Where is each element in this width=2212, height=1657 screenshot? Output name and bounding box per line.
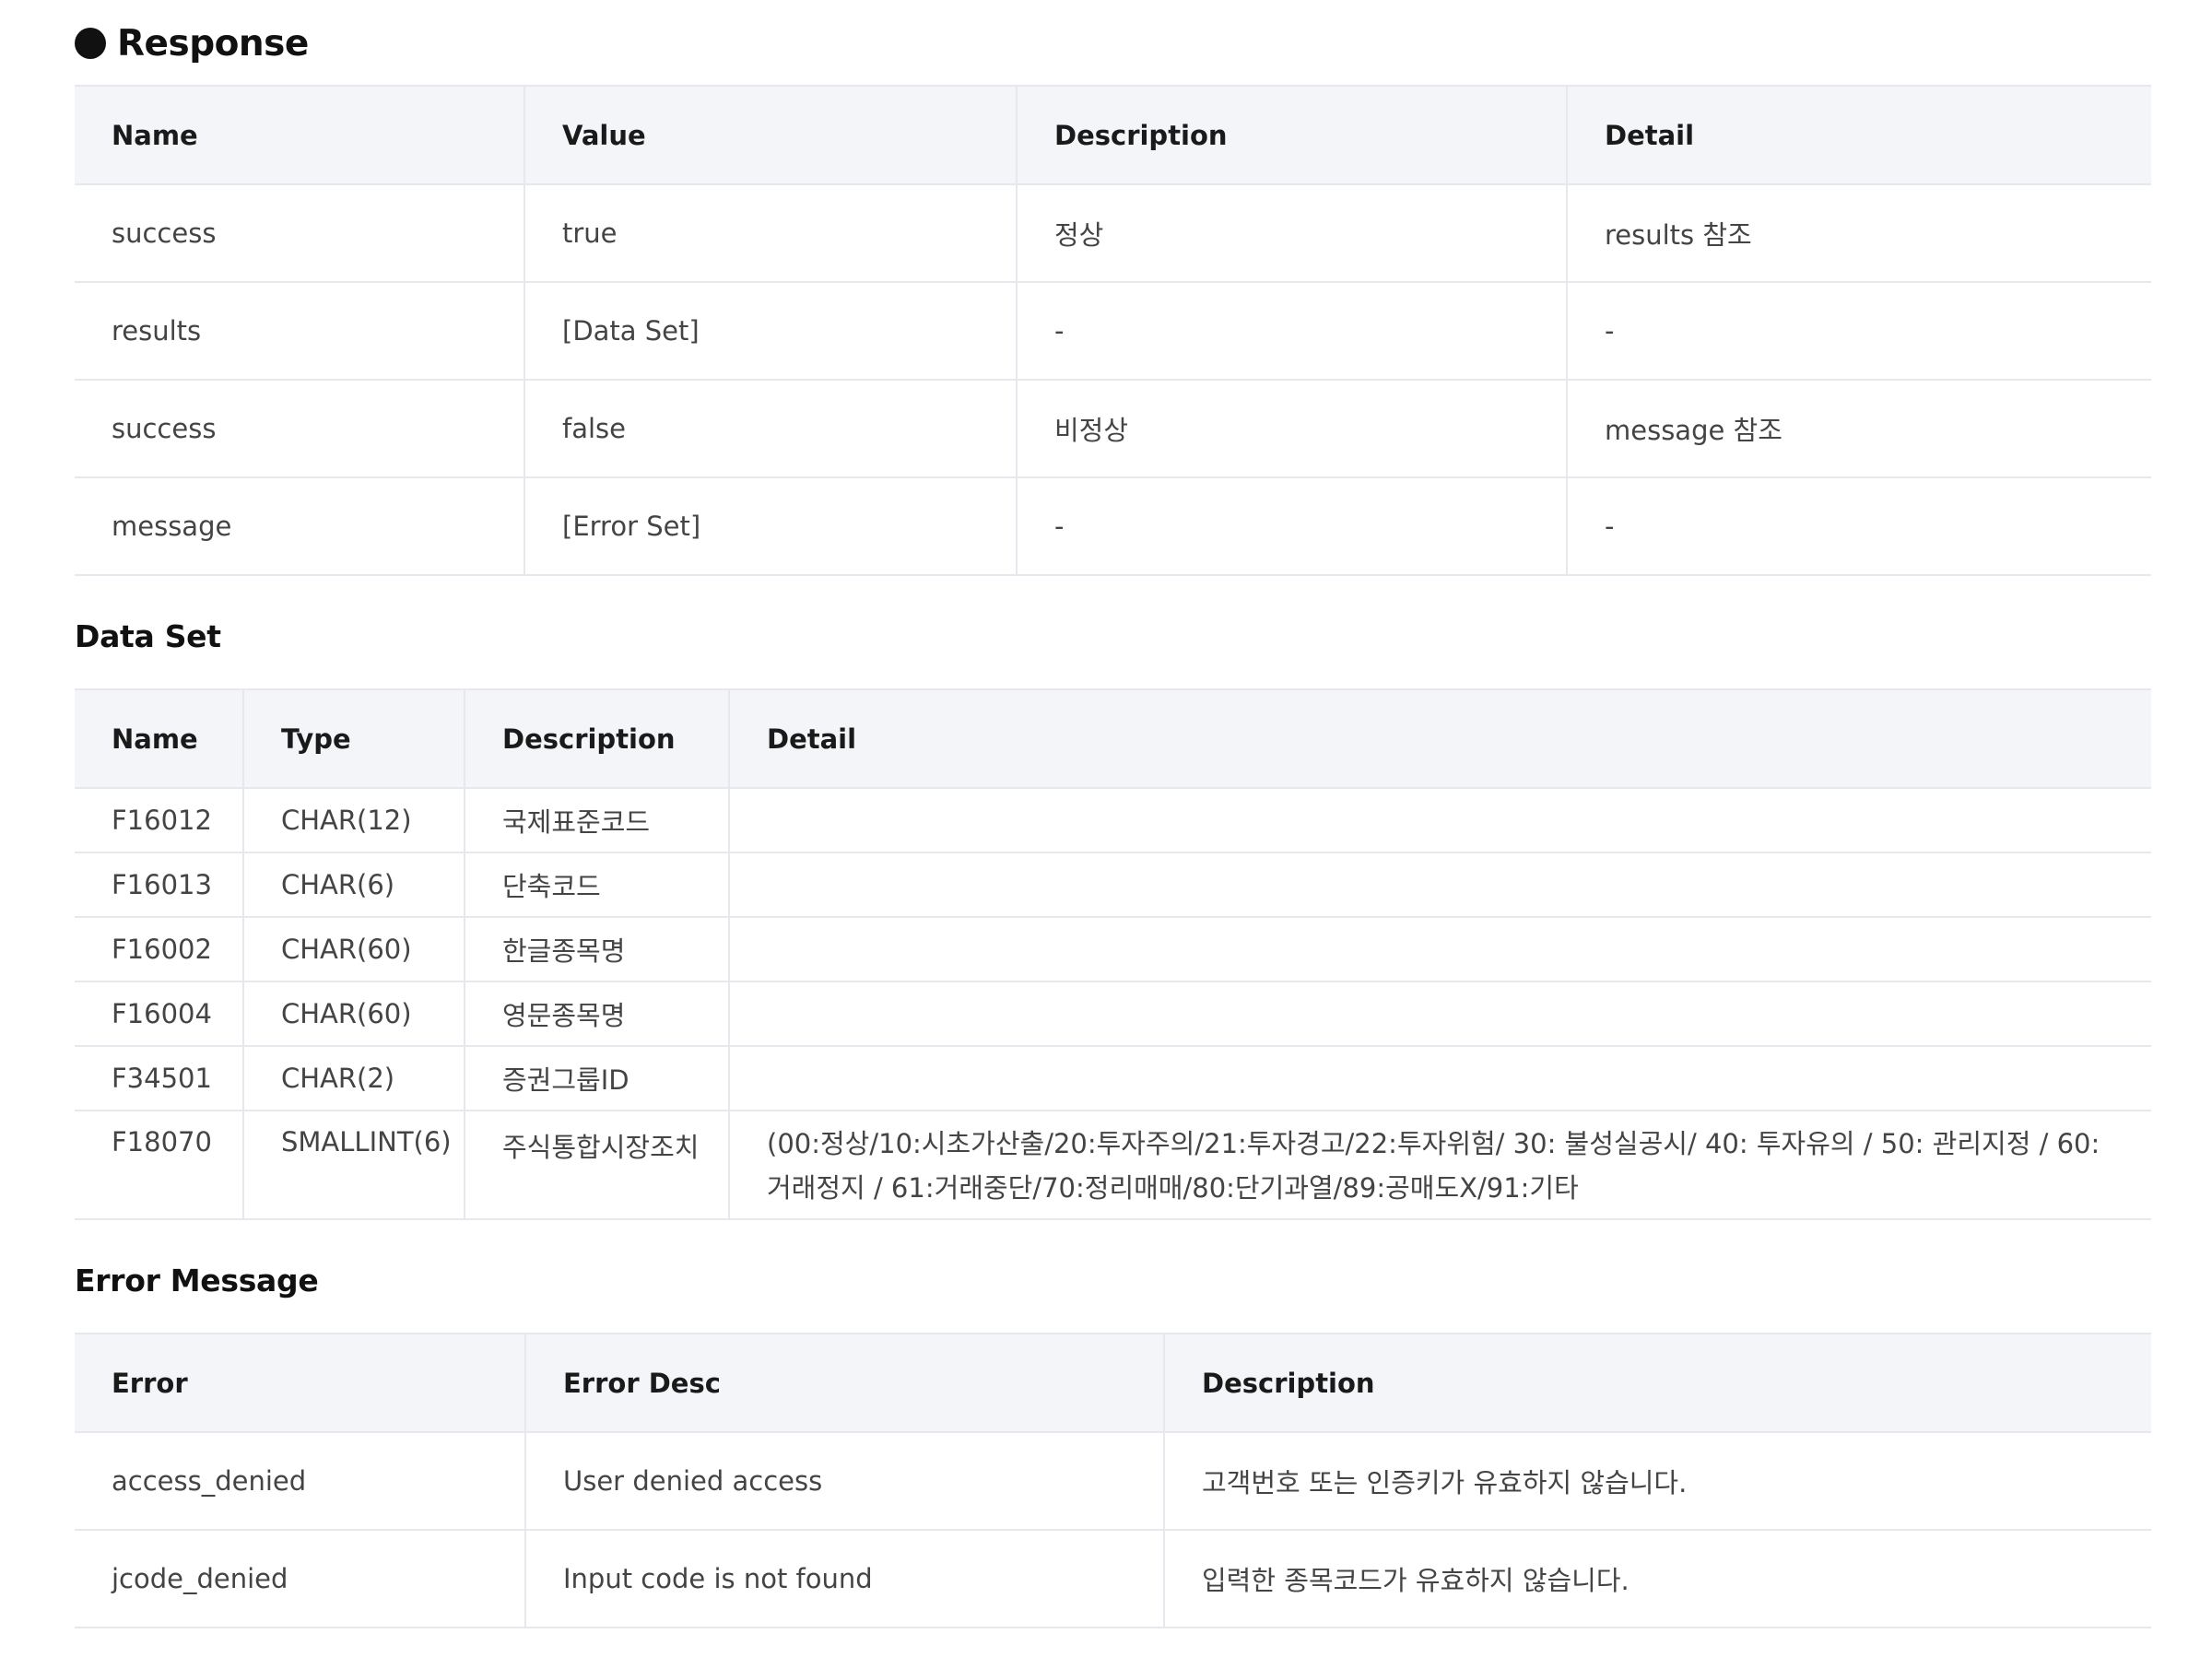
response-table: Name Value Description Detail success tr… — [75, 85, 2151, 576]
table-cell — [728, 1046, 2151, 1111]
table-cell: F16004 — [75, 981, 243, 1047]
column-header: Error — [75, 1334, 525, 1433]
table-row: message [Error Set] - - — [75, 477, 2151, 576]
api-doc-page: Response Name Value Description Detail s… — [0, 0, 2212, 1657]
table-cell: 단축코드 — [464, 852, 729, 918]
table-cell: [Data Set] — [524, 282, 1017, 381]
error-message-heading: Error Message — [75, 1262, 319, 1299]
table-cell: - — [1566, 477, 2151, 576]
table-header-row: Name Type Description Detail — [75, 689, 2151, 789]
table-cell: SMALLINT(6) — [242, 1111, 465, 1220]
column-header: Description — [1016, 86, 1567, 185]
table-cell: 비정상 — [1016, 380, 1567, 478]
table-cell: false — [524, 380, 1017, 478]
column-header: Detail — [728, 689, 2151, 789]
table-row: F16013 CHAR(6) 단축코드 — [75, 852, 2151, 918]
table-cell: - — [1016, 477, 1567, 576]
table-cell: 입력한 종목코드가 유효하지 않습니다. — [1163, 1530, 2151, 1628]
table-cell — [728, 788, 2151, 853]
data-set-table: Name Type Description Detail F16012 CHAR… — [75, 688, 2151, 1220]
table-cell: access_denied — [75, 1432, 525, 1531]
table-cell: jcode_denied — [75, 1530, 525, 1628]
table-cell: (00:정상/10:시초가산출/20:투자주의/21:투자경고/22:투자위험/… — [728, 1111, 2151, 1220]
table-cell: F18070 — [75, 1111, 243, 1220]
table-cell: CHAR(6) — [242, 852, 465, 918]
column-header: Type — [242, 689, 465, 789]
table-cell: 한글종목명 — [464, 917, 729, 982]
table-row: jcode_denied Input code is not found 입력한… — [75, 1530, 2151, 1628]
column-header: Value — [524, 86, 1017, 185]
table-cell: Input code is not found — [524, 1530, 1164, 1628]
table-cell: 정상 — [1016, 184, 1567, 283]
table-cell: - — [1566, 282, 2151, 381]
table-row: F18070 SMALLINT(6) 주식통합시장조치 (00:정상/10:시초… — [75, 1111, 2151, 1220]
table-cell: 고객번호 또는 인증키가 유효하지 않습니다. — [1163, 1432, 2151, 1531]
bullet-icon — [75, 28, 106, 59]
table-cell: success — [75, 184, 524, 283]
column-header: Name — [75, 689, 243, 789]
table-row: F16012 CHAR(12) 국제표준코드 — [75, 788, 2151, 853]
table-cell: CHAR(2) — [242, 1046, 465, 1111]
table-cell — [728, 852, 2151, 918]
table-cell: CHAR(12) — [242, 788, 465, 853]
table-cell: - — [1016, 282, 1567, 381]
table-header-row: Error Error Desc Description — [75, 1334, 2151, 1433]
table-row: success false 비정상 message 참조 — [75, 380, 2151, 478]
table-cell: message 참조 — [1566, 380, 2151, 478]
error-message-table: Error Error Desc Description access_deni… — [75, 1333, 2151, 1628]
table-header-row: Name Value Description Detail — [75, 86, 2151, 185]
table-cell: CHAR(60) — [242, 917, 465, 982]
response-heading: Response — [75, 0, 2146, 85]
column-header: Description — [464, 689, 729, 789]
table-cell: 주식통합시장조치 — [464, 1111, 729, 1220]
table-cell: true — [524, 184, 1017, 283]
data-set-heading: Data Set — [75, 617, 221, 654]
table-cell: F16013 — [75, 852, 243, 918]
table-row: F34501 CHAR(2) 증권그룹ID — [75, 1046, 2151, 1111]
table-cell: 증권그룹ID — [464, 1046, 729, 1111]
table-cell: success — [75, 380, 524, 478]
table-cell: F34501 — [75, 1046, 243, 1111]
table-cell: F16012 — [75, 788, 243, 853]
table-cell: F16002 — [75, 917, 243, 982]
table-cell: User denied access — [524, 1432, 1164, 1531]
response-title: Response — [117, 22, 309, 65]
table-cell: [Error Set] — [524, 477, 1017, 576]
column-header: Error Desc — [524, 1334, 1164, 1433]
table-row: F16002 CHAR(60) 한글종목명 — [75, 917, 2151, 982]
table-row: F16004 CHAR(60) 영문종목명 — [75, 981, 2151, 1047]
column-header: Detail — [1566, 86, 2151, 185]
table-cell: 국제표준코드 — [464, 788, 729, 853]
table-cell: results — [75, 282, 524, 381]
column-header: Description — [1163, 1334, 2151, 1433]
table-cell — [728, 917, 2151, 982]
column-header: Name — [75, 86, 524, 185]
table-cell: 영문종목명 — [464, 981, 729, 1047]
table-row: access_denied User denied access 고객번호 또는… — [75, 1432, 2151, 1531]
table-cell — [728, 981, 2151, 1047]
table-cell: results 참조 — [1566, 184, 2151, 283]
table-row: success true 정상 results 참조 — [75, 184, 2151, 283]
table-cell: message — [75, 477, 524, 576]
table-cell: CHAR(60) — [242, 981, 465, 1047]
table-row: results [Data Set] - - — [75, 282, 2151, 381]
